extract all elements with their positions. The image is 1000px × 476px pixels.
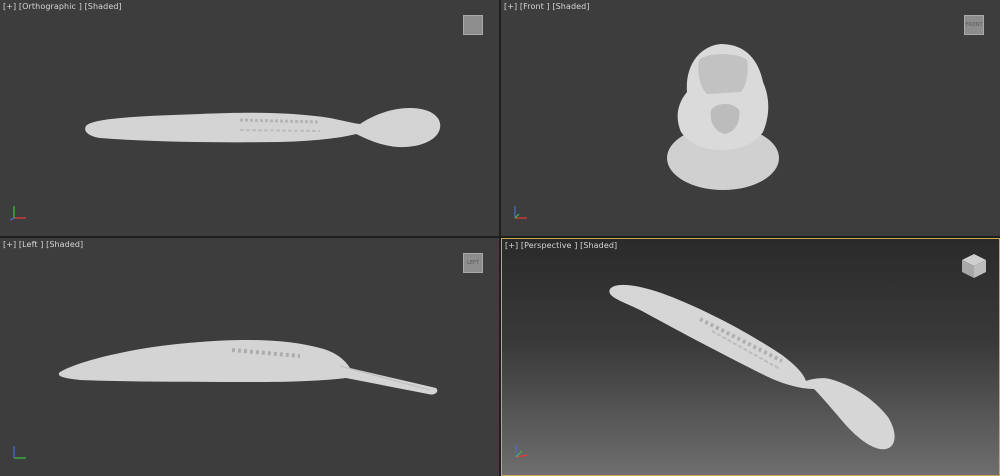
axis-tripod-icon (13, 446, 26, 459)
viewport-left[interactable]: [+] [Left ] [Shaded] LEFT (0, 238, 499, 476)
viewport-orthographic[interactable]: [+] [Orthographic ] [Shaded] (0, 0, 499, 236)
axis-tripod-icon (9, 206, 26, 221)
fishing-lure-model[interactable] (502, 239, 1000, 475)
viewport-layout: [+] [Orthographic ] [Shaded] [+] [Front … (0, 0, 1000, 476)
viewport-perspective[interactable]: [+] [Perspective ] [Shaded] (501, 238, 1000, 476)
fishing-lure-model[interactable] (501, 0, 1000, 236)
axis-tripod-icon (515, 445, 529, 458)
fishing-lure-model[interactable] (0, 0, 499, 236)
viewport-front[interactable]: [+] [Front ] [Shaded] FRONT (501, 0, 1000, 236)
axis-tripod-icon (514, 206, 527, 219)
fishing-lure-model[interactable] (0, 238, 499, 476)
